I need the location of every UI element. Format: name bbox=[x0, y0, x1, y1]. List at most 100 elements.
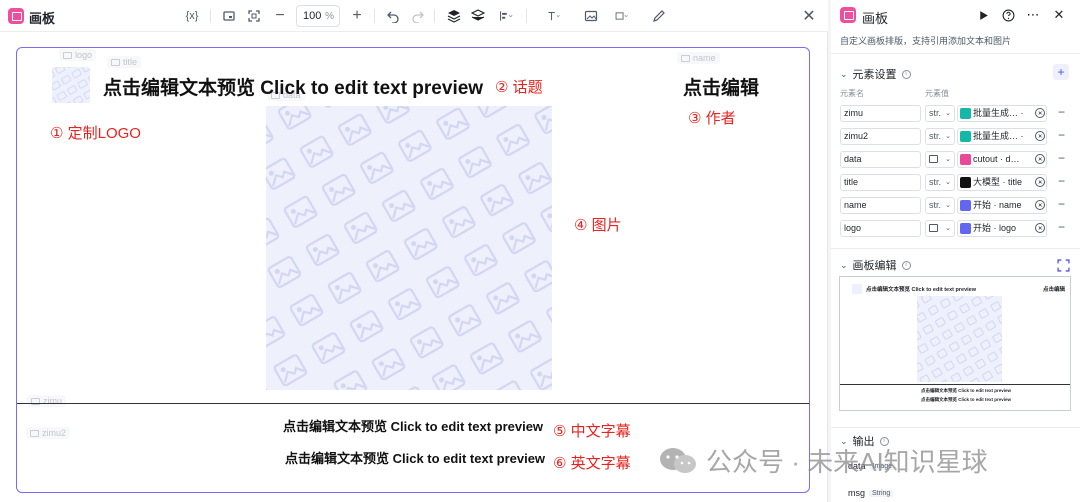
element-name-input[interactable]: title bbox=[840, 174, 921, 191]
element-value-reference[interactable]: 开始 · name × bbox=[957, 197, 1047, 214]
canvas-title-text[interactable]: 点击编辑文本预览 Click to edit text preview bbox=[103, 73, 483, 100]
variable-button[interactable]: {x} bbox=[183, 6, 201, 26]
text-tool-icon[interactable] bbox=[540, 6, 568, 26]
output-item: msg String bbox=[848, 488, 894, 498]
info-icon: i bbox=[901, 260, 911, 270]
design-canvas[interactable]: logo title data name zimu zimu2 点击编辑文本预览… bbox=[16, 47, 810, 493]
remove-row-button[interactable]: − bbox=[1058, 174, 1065, 188]
element-name-input[interactable]: logo bbox=[840, 220, 921, 237]
source-node-icon bbox=[960, 154, 971, 165]
remove-row-button[interactable]: − bbox=[1058, 128, 1065, 142]
image-placeholder[interactable] bbox=[266, 106, 552, 390]
element-value-reference[interactable]: 大模型 · title × bbox=[957, 174, 1047, 191]
layer-up-icon[interactable] bbox=[445, 6, 463, 26]
remove-row-button[interactable]: − bbox=[1058, 105, 1065, 119]
preview-logo bbox=[852, 284, 862, 294]
editor-toolbar: 画板 {x} − 100 % + ✕ bbox=[0, 0, 828, 32]
element-row: zimu str. ⌄ 批量生成… · × − bbox=[840, 105, 1070, 123]
subtitle-cn-text[interactable]: 点击编辑文本预览 Click to edit text preview bbox=[283, 416, 543, 435]
annotation-subtitle-en: ⑥ 英文字幕 bbox=[553, 455, 631, 472]
element-type-select[interactable]: str. ⌄ bbox=[925, 128, 955, 145]
image-type-icon bbox=[929, 224, 938, 232]
element-type-select[interactable]: str. ⌄ bbox=[925, 174, 955, 191]
chevron-down-icon: ⌄ bbox=[840, 68, 848, 79]
chevron-down-icon: ⌄ bbox=[945, 179, 951, 186]
element-row: logo ⌄ 开始 · logo × − bbox=[840, 220, 1070, 238]
zoom-in-icon[interactable]: + bbox=[348, 6, 366, 26]
expand-icon[interactable] bbox=[1054, 256, 1072, 274]
logo-element-label: logo bbox=[59, 49, 97, 61]
element-type-select[interactable]: str. ⌄ bbox=[925, 105, 955, 122]
frame-icon[interactable] bbox=[220, 6, 238, 26]
align-icon[interactable] bbox=[494, 6, 518, 26]
redo-icon[interactable] bbox=[409, 6, 427, 26]
chevron-down-icon: ⌄ bbox=[945, 225, 951, 232]
preview-subtitle-cn: 点击编辑文本预览 Click to edit text preview bbox=[921, 388, 1012, 393]
element-value-reference[interactable]: 批量生成… · × bbox=[957, 105, 1047, 122]
pen-tool-icon[interactable] bbox=[650, 6, 668, 26]
toolbar-divider bbox=[210, 9, 211, 23]
title-element-label: title bbox=[107, 56, 142, 68]
settings-icon[interactable] bbox=[1035, 154, 1045, 164]
element-name-input[interactable]: zimu bbox=[840, 105, 921, 122]
panel-close-icon[interactable]: ✕ bbox=[1050, 6, 1068, 24]
subtitle-en-text[interactable]: 点击编辑文本预览 Click to edit text preview bbox=[285, 448, 545, 467]
chevron-down-icon: ⌄ bbox=[945, 110, 951, 117]
remove-row-button[interactable]: − bbox=[1058, 151, 1065, 165]
element-type-select[interactable]: ⌄ bbox=[925, 220, 955, 237]
canvas-edit-header[interactable]: ⌄ 画板编辑 i bbox=[840, 257, 911, 273]
settings-icon[interactable] bbox=[1035, 223, 1045, 233]
element-settings-header[interactable]: ⌄ 元素设置 i bbox=[840, 66, 911, 82]
source-node-icon bbox=[960, 177, 971, 188]
shape-tool-icon[interactable] bbox=[608, 6, 636, 26]
image-placeholder-icon bbox=[266, 106, 552, 390]
remove-row-button[interactable]: − bbox=[1058, 220, 1065, 234]
name-element-label: name bbox=[677, 52, 720, 64]
preview-title: 点击编辑文本预览 Click to edit text preview bbox=[866, 287, 977, 293]
toolbar-divider bbox=[526, 9, 527, 23]
element-type-select[interactable]: str. ⌄ bbox=[925, 197, 955, 214]
undo-icon[interactable] bbox=[384, 6, 402, 26]
element-name-input[interactable]: zimu2 bbox=[840, 128, 921, 145]
logo-placeholder[interactable] bbox=[52, 67, 90, 103]
toolbar-divider bbox=[374, 9, 375, 23]
element-value-reference[interactable]: 批量生成… · × bbox=[957, 128, 1047, 145]
close-icon[interactable]: ✕ bbox=[800, 6, 818, 26]
element-value-reference[interactable]: 开始 · logo × bbox=[957, 220, 1047, 237]
remove-row-button[interactable]: − bbox=[1058, 197, 1065, 211]
zimu2-element-label: zimu2 bbox=[26, 427, 71, 439]
element-name-input[interactable]: name bbox=[840, 197, 921, 214]
settings-icon[interactable] bbox=[1035, 131, 1045, 141]
settings-icon[interactable] bbox=[1035, 200, 1045, 210]
settings-icon[interactable] bbox=[1035, 108, 1045, 118]
element-type-select[interactable]: ⌄ bbox=[925, 151, 955, 168]
canvas-node-icon bbox=[840, 7, 856, 23]
element-row: name str. ⌄ 开始 · name × − bbox=[840, 197, 1070, 215]
zoom-input[interactable]: 100 % bbox=[296, 5, 340, 27]
panel-divider bbox=[831, 53, 1080, 54]
zoom-out-icon[interactable]: − bbox=[271, 6, 289, 26]
source-node-icon bbox=[960, 200, 971, 211]
panel-divider bbox=[831, 427, 1080, 428]
settings-icon[interactable] bbox=[1035, 177, 1045, 187]
canvas-author-text[interactable]: 点击编辑 bbox=[683, 73, 759, 100]
subtitle-divider-line[interactable] bbox=[17, 403, 809, 404]
image-placeholder-icon bbox=[917, 296, 1002, 382]
canvas-preview-thumbnail[interactable]: 点击编辑文本预览 Click to edit text preview 点击编辑… bbox=[839, 276, 1071, 411]
chevron-down-icon: ⌄ bbox=[945, 202, 951, 209]
element-value-reference[interactable]: cutout · d… × bbox=[957, 151, 1047, 168]
element-name-input[interactable]: data bbox=[840, 151, 921, 168]
fit-screen-icon[interactable] bbox=[245, 6, 263, 26]
wechat-icon bbox=[660, 447, 696, 473]
annotation-topic: ② 话题 bbox=[495, 79, 543, 96]
layer-down-icon[interactable] bbox=[469, 6, 487, 26]
add-element-button[interactable]: + bbox=[1053, 64, 1069, 80]
panel-divider bbox=[831, 248, 1080, 249]
more-icon[interactable]: ⋯ bbox=[1024, 6, 1042, 24]
image-tool-icon[interactable] bbox=[582, 6, 600, 26]
wechat-watermark: 公众号 · 未来AI知识星球 bbox=[658, 442, 988, 479]
run-icon[interactable] bbox=[974, 6, 992, 24]
zimu-element-label: zimu bbox=[27, 395, 67, 407]
panel-title: 画板 bbox=[862, 11, 889, 26]
help-icon[interactable] bbox=[999, 6, 1017, 24]
